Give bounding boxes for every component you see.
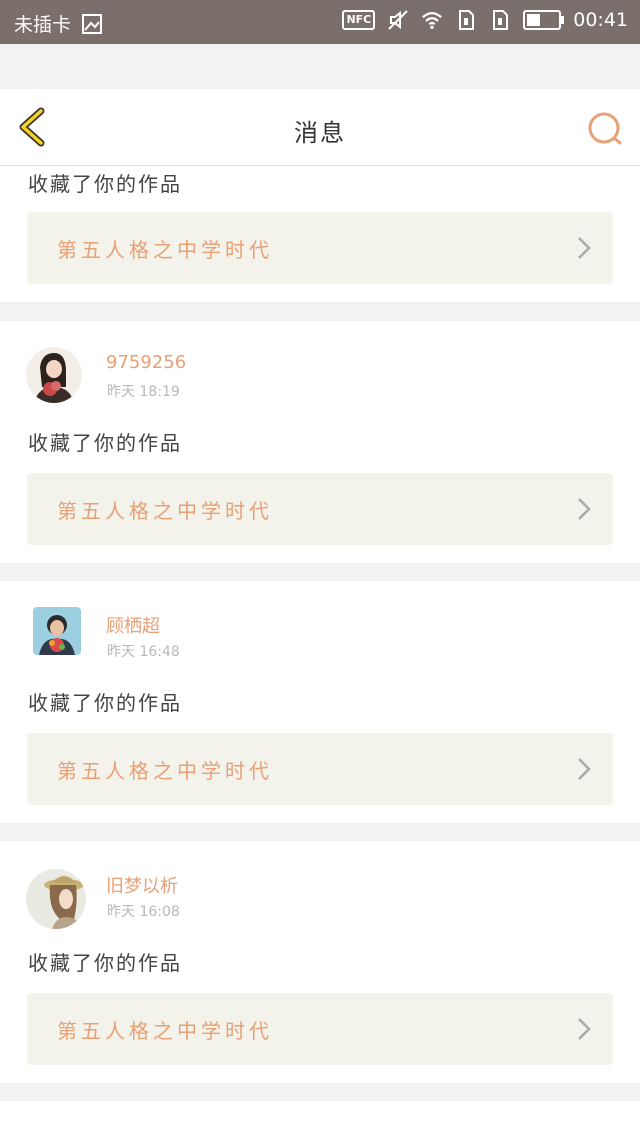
image-icon	[82, 13, 103, 34]
mute-icon	[388, 10, 408, 30]
timestamp: 昨天 18:19	[107, 384, 180, 400]
page-title: 消息	[294, 119, 346, 147]
notification-action-text: 收藏了你的作品	[28, 951, 182, 975]
notification-card: 旧梦以析 昨天 16:08 收藏了你的作品 第五人格之中学时代	[0, 841, 640, 1083]
status-bar: 未插卡 NFC 00:41	[0, 0, 640, 44]
avatar[interactable]	[33, 607, 81, 655]
status-right: NFC 00:41	[342, 9, 628, 31]
chevron-right-icon	[578, 1018, 591, 1040]
work-link[interactable]: 第五人格之中学时代	[27, 212, 613, 284]
username[interactable]: 旧梦以析	[106, 872, 178, 898]
nfc-icon: NFC	[342, 10, 376, 30]
username[interactable]: 顾栖超	[106, 612, 160, 638]
avatar[interactable]	[26, 347, 82, 403]
status-left: 未插卡	[14, 10, 103, 37]
timestamp: 昨天 16:48	[107, 644, 180, 660]
work-link[interactable]: 第五人格之中学时代	[27, 993, 613, 1065]
work-link[interactable]: 第五人格之中学时代	[27, 733, 613, 805]
wifi-icon	[422, 12, 443, 29]
notification-action-text: 收藏了你的作品	[28, 172, 182, 196]
work-title: 第五人格之中学时代	[57, 1019, 273, 1043]
work-title: 第五人格之中学时代	[57, 238, 273, 262]
work-link[interactable]: 第五人格之中学时代	[27, 473, 613, 545]
chevron-right-icon	[578, 237, 591, 259]
notification-card: 收藏了你的作品 第五人格之中学时代	[0, 166, 640, 302]
notification-card: 顾栖超 昨天 16:48 收藏了你的作品 第五人格之中学时代	[0, 581, 640, 823]
clock: 00:41	[573, 9, 628, 31]
notification-card: 9759256 昨天 18:19 收藏了你的作品 第五人格之中学时代	[0, 321, 640, 563]
search-icon[interactable]	[586, 109, 626, 149]
username[interactable]: 9759256	[106, 352, 186, 373]
chevron-right-icon	[578, 498, 591, 520]
sim-icon	[459, 10, 475, 30]
chevron-right-icon	[578, 758, 591, 780]
timestamp: 昨天 16:08	[107, 904, 180, 920]
notification-action-text: 收藏了你的作品	[28, 691, 182, 715]
work-title: 第五人格之中学时代	[57, 759, 273, 783]
battery-icon	[523, 10, 565, 30]
avatar[interactable]	[26, 869, 86, 929]
top-spacer	[0, 44, 640, 89]
sim-icon-2	[493, 10, 509, 30]
notification-action-text: 收藏了你的作品	[28, 431, 182, 455]
notification-card-partial	[0, 1101, 640, 1138]
carrier-label: 未插卡	[14, 14, 72, 36]
nav-bar: 消息	[0, 89, 640, 166]
work-title: 第五人格之中学时代	[57, 499, 273, 523]
